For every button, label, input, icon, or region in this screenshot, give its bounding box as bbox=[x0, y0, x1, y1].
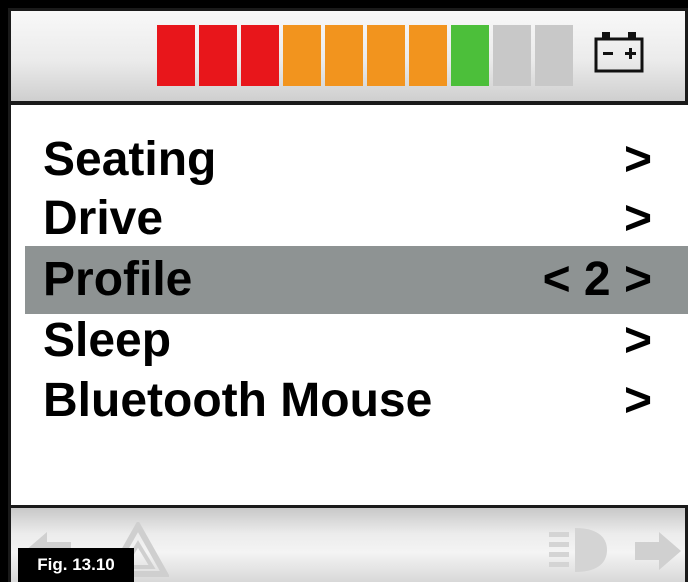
battery-segment bbox=[283, 25, 321, 86]
battery-segment bbox=[535, 25, 573, 86]
display-frame: Seating > Drive > Profile < 2 > Sleep > … bbox=[0, 0, 688, 582]
menu-item-profile[interactable]: Profile < 2 > bbox=[25, 246, 688, 314]
headlight-icon[interactable] bbox=[545, 522, 611, 578]
menu-item-bluetooth-mouse[interactable]: Bluetooth Mouse > bbox=[25, 369, 688, 433]
menu-item-label: Sleep bbox=[43, 314, 172, 367]
battery-segment bbox=[325, 25, 363, 86]
profile-value[interactable]: < 2 > bbox=[543, 248, 652, 312]
battery-icon bbox=[594, 32, 644, 73]
chevron-right-icon: > bbox=[623, 314, 652, 367]
display-screen: Seating > Drive > Profile < 2 > Sleep > … bbox=[8, 8, 688, 582]
menu-item-label: Seating bbox=[43, 133, 217, 186]
menu-item-drive[interactable]: Drive > bbox=[25, 187, 688, 251]
menu-item-sleep[interactable]: Sleep > bbox=[25, 309, 688, 373]
menu-item-seating[interactable]: Seating > bbox=[25, 128, 688, 192]
menu-item-label: Bluetooth Mouse bbox=[43, 374, 433, 427]
figure-caption: Fig. 13.10 bbox=[18, 548, 134, 582]
main-menu: Seating > Drive > Profile < 2 > Sleep > … bbox=[8, 102, 688, 508]
battery-segment bbox=[241, 25, 279, 86]
chevron-right-icon: > bbox=[623, 133, 652, 186]
chevron-right-icon: > bbox=[623, 374, 652, 427]
battery-segment bbox=[199, 25, 237, 86]
right-arrow-icon[interactable] bbox=[629, 524, 685, 578]
battery-segment bbox=[367, 25, 405, 86]
battery-segment bbox=[451, 25, 489, 86]
battery-segment bbox=[157, 25, 195, 86]
status-bar bbox=[8, 8, 688, 104]
battery-segment bbox=[409, 25, 447, 86]
chevron-right-icon: > bbox=[623, 192, 652, 245]
menu-item-label: Profile bbox=[43, 253, 193, 306]
battery-segment bbox=[493, 25, 531, 86]
battery-gauge bbox=[157, 25, 573, 86]
menu-item-label: Drive bbox=[43, 192, 164, 245]
